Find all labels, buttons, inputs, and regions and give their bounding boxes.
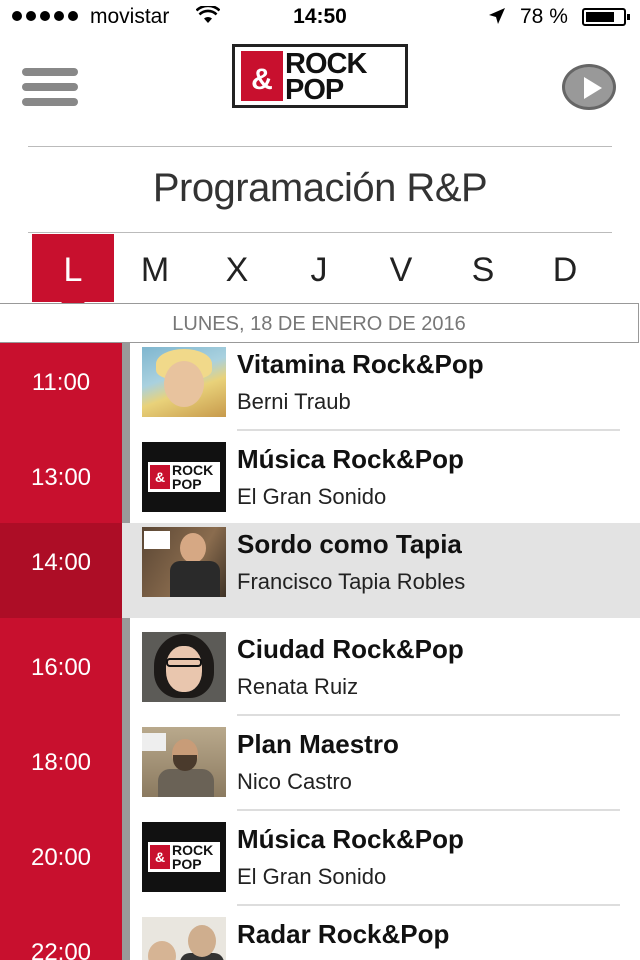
- row-divider: [237, 904, 620, 906]
- row-divider: [237, 714, 620, 716]
- tab-day-lunes[interactable]: L: [32, 234, 114, 312]
- schedule-time: 22:00: [30, 939, 92, 960]
- row-divider: [237, 429, 620, 431]
- host-photo: [142, 347, 226, 417]
- page-title: Programación R&P: [152, 166, 488, 210]
- program-title: Sordo como Tapia: [237, 529, 462, 559]
- program-title: Vitamina Rock&Pop: [237, 349, 484, 379]
- program-host: Berni Traub: [237, 389, 351, 414]
- schedule-time: 13:00: [30, 464, 92, 491]
- schedule-time: 14:00: [0, 523, 122, 618]
- schedule-time: 16:00: [30, 654, 92, 681]
- divider: [28, 146, 612, 147]
- program-title: Música Rock&Pop: [237, 444, 464, 474]
- program-host: Nico Castro: [237, 769, 352, 794]
- program-host: El Gran Sonido: [237, 484, 387, 509]
- schedule-row[interactable]: 22:00 Radar Rock&Pop: [0, 913, 640, 960]
- divider: [28, 232, 612, 233]
- schedule-row-current[interactable]: 14:00 Sordo como Tapia Francisco Tapia R…: [0, 523, 640, 618]
- rock-pop-logo-thumbnail: & ROCK POP: [142, 442, 226, 512]
- host-photo: [142, 632, 226, 702]
- program-host: El Gran Sonido: [237, 864, 387, 889]
- host-photo: [142, 917, 226, 960]
- tab-day-jueves[interactable]: J: [278, 234, 360, 302]
- schedule-time: 18:00: [30, 749, 92, 776]
- status-bar: movistar 14:50 78 %: [0, 0, 640, 36]
- schedule-row[interactable]: 20:00 & ROCK POP Música Rock&Pop El Gran …: [0, 818, 640, 913]
- tab-day-martes[interactable]: M: [114, 234, 196, 302]
- schedule-row[interactable]: 13:00 & ROCK POP Música Rock&Pop El Gran …: [0, 438, 640, 533]
- host-photo: [142, 727, 226, 797]
- rock-and-pop-logo: & ROCK POP: [232, 44, 408, 108]
- program-title: Radar Rock&Pop: [237, 919, 450, 949]
- program-host: Renata Ruiz: [237, 674, 359, 699]
- program-title: Ciudad Rock&Pop: [237, 634, 464, 664]
- schedule-row[interactable]: 11:00 Vitamina Rock&Pop Berni Traub: [0, 343, 640, 438]
- hamburger-menu-icon[interactable]: [22, 68, 78, 106]
- host-photo: [142, 527, 226, 597]
- program-title: Plan Maestro: [237, 729, 399, 759]
- schedule-time: 11:00: [31, 369, 91, 396]
- play-icon[interactable]: [562, 64, 616, 110]
- schedule-list[interactable]: 11:00 Vitamina Rock&Pop Berni Traub 13:0…: [0, 343, 640, 960]
- program-host: Francisco Tapia Robles: [237, 569, 466, 594]
- day-tabs: L M X J V S D: [32, 234, 606, 312]
- location-arrow-icon: [488, 7, 506, 31]
- tab-day-viernes[interactable]: V: [360, 234, 442, 302]
- schedule-row[interactable]: 18:00 Plan Maestro Nico Castro: [0, 723, 640, 818]
- rock-pop-logo-thumbnail: & ROCK POP: [142, 822, 226, 892]
- tab-day-domingo[interactable]: D: [524, 234, 606, 302]
- tab-day-miercoles[interactable]: X: [196, 234, 278, 302]
- battery-percent: 78 %: [520, 5, 568, 28]
- battery-icon: [582, 8, 630, 26]
- program-title: Música Rock&Pop: [237, 824, 464, 854]
- schedule-time: 20:00: [30, 844, 92, 871]
- date-label: LUNES, 18 DE ENERO DE 2016: [0, 303, 639, 343]
- schedule-row[interactable]: 16:00 Ciudad Rock&Pop Renata Ruiz: [0, 628, 640, 723]
- row-divider: [237, 809, 620, 811]
- tab-day-sabado[interactable]: S: [442, 234, 524, 302]
